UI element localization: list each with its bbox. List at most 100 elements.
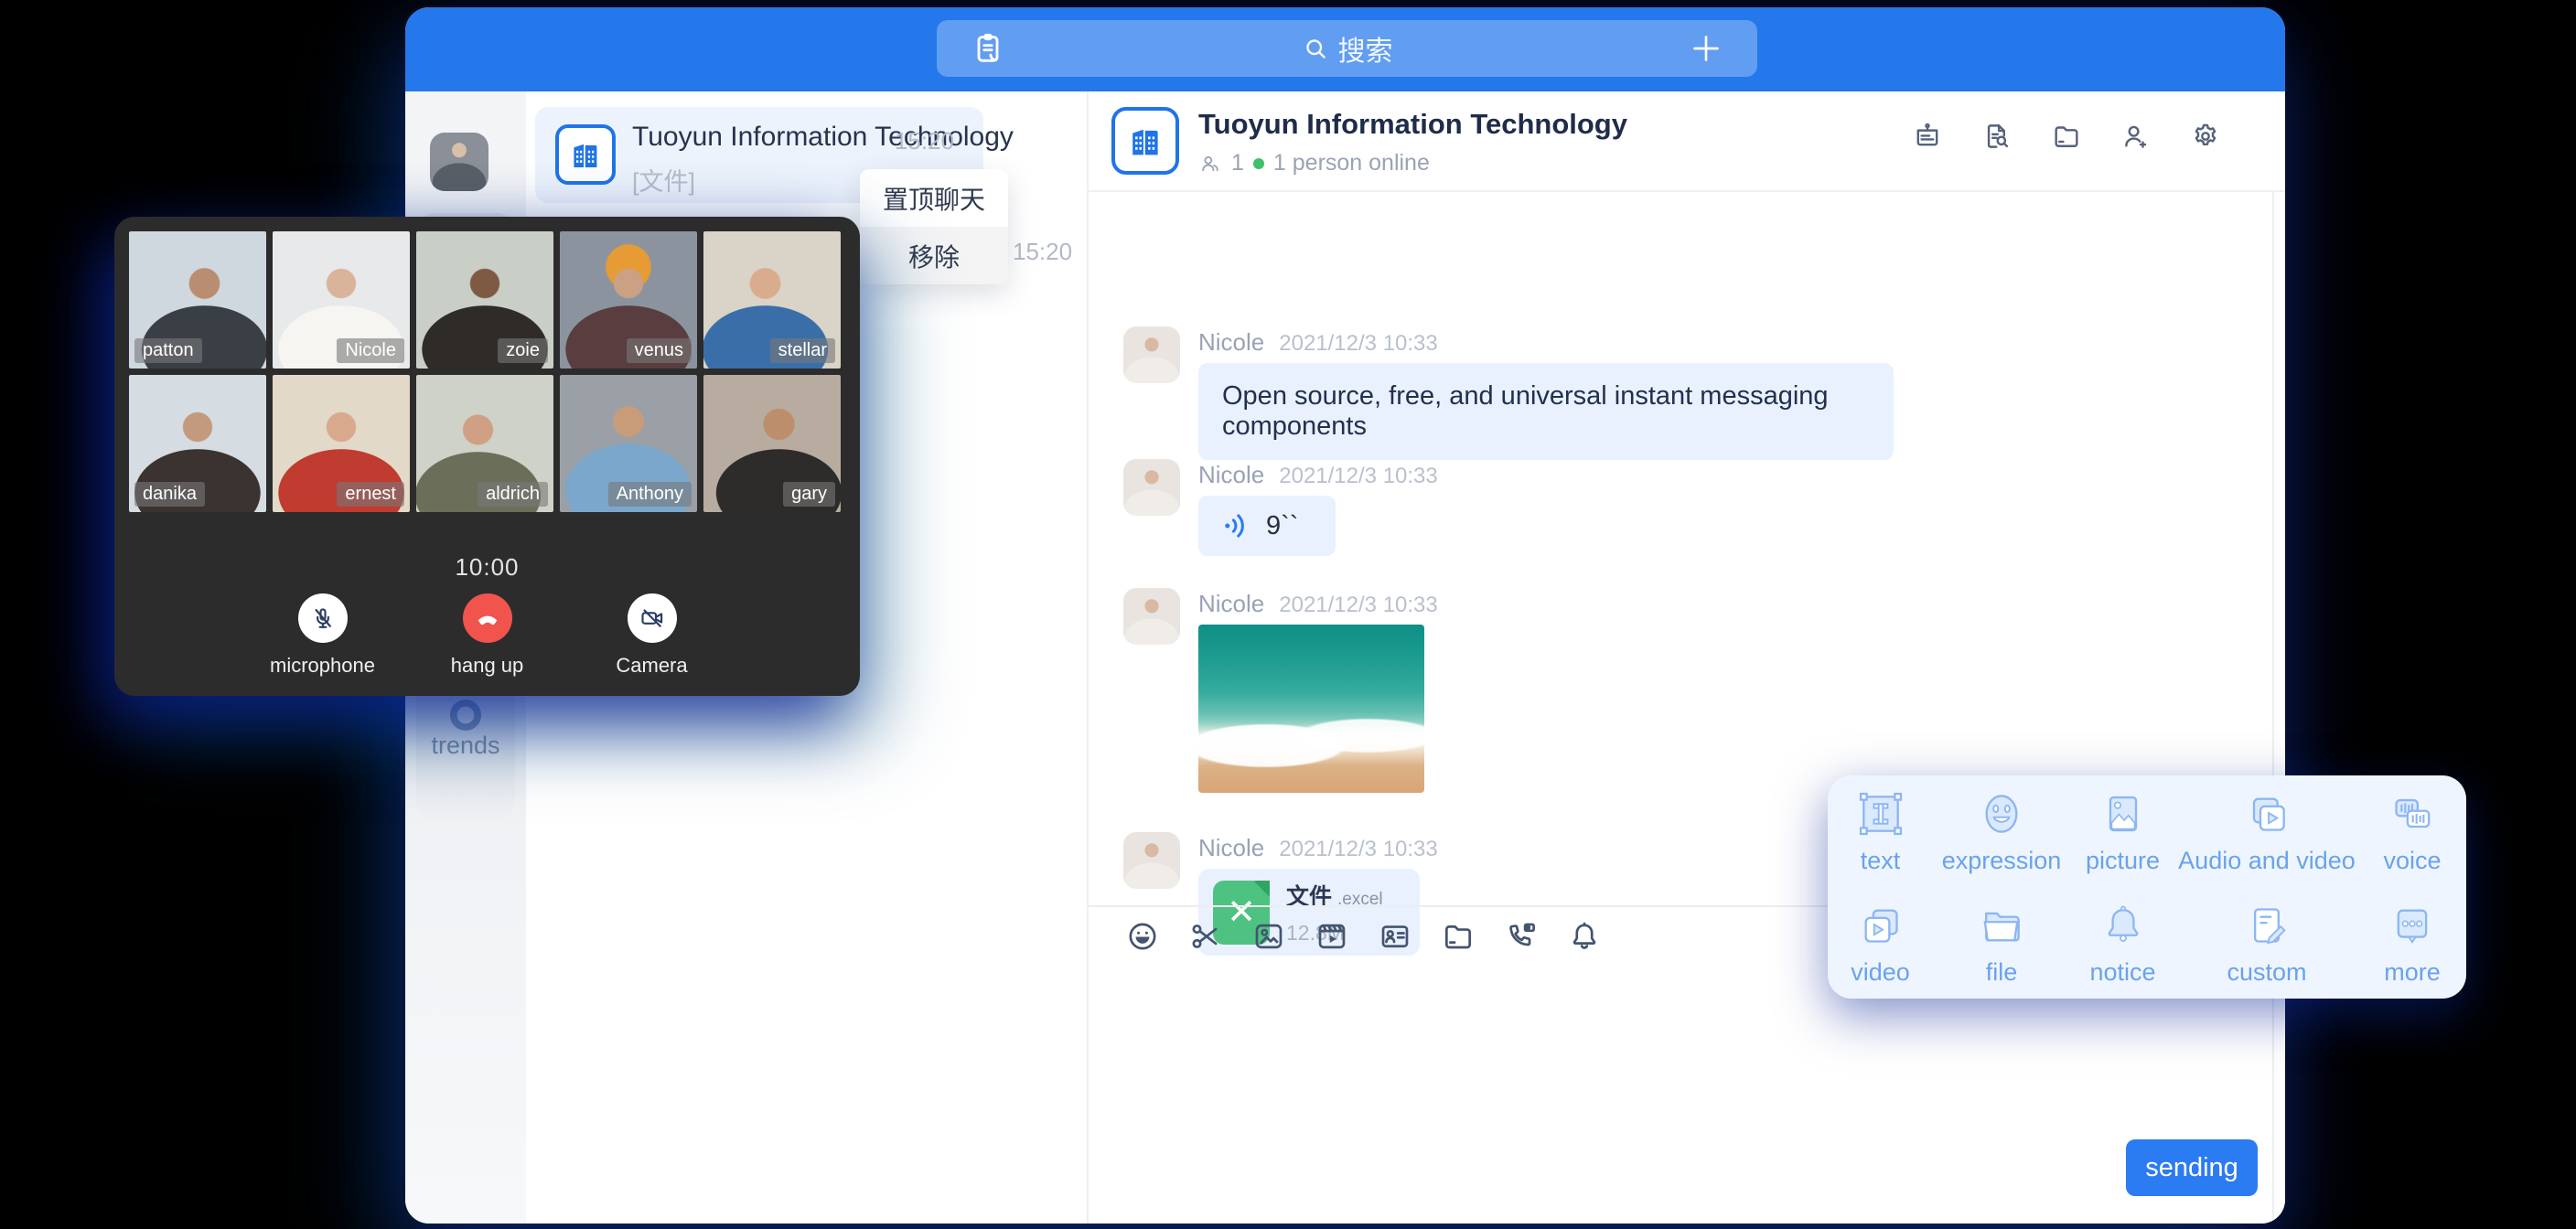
screenshot-icon[interactable] (1188, 919, 1223, 954)
avatar[interactable] (1123, 459, 1180, 516)
message-timestamp: 2021/12/3 10:33 (1279, 837, 1438, 861)
video-tile[interactable]: zoie (416, 231, 553, 369)
feature-audio-video[interactable]: Audio and video (2175, 788, 2358, 875)
hang-up-button[interactable]: hang up (434, 593, 541, 678)
participant-name: Nicole (337, 338, 404, 363)
notice-bell-icon[interactable] (1567, 919, 1602, 954)
avatar[interactable] (1123, 832, 1180, 889)
send-button[interactable]: sending (2126, 1139, 2258, 1196)
video-tile[interactable]: Nicole (273, 231, 410, 369)
search-icon (1302, 35, 1329, 62)
organization-icon (1111, 107, 1179, 175)
members-icon (1198, 152, 1222, 176)
group-file-icon[interactable] (2051, 121, 2082, 152)
feature-custom[interactable]: custom (2175, 900, 2358, 987)
video-tile[interactable]: gary (703, 375, 841, 512)
settings-icon[interactable] (2190, 121, 2221, 152)
voice-message-bubble[interactable]: 9`` (1198, 496, 1336, 556)
top-bar: 搜索 (405, 7, 2285, 91)
voice-duration: 9`` (1266, 511, 1298, 541)
video-tile[interactable]: aldrich (416, 375, 553, 512)
text-message-bubble[interactable]: Open source, free, and universal instant… (1198, 363, 1894, 460)
search-bar[interactable]: 搜索 (937, 20, 1757, 77)
online-status: 1 person online (1273, 150, 1430, 176)
camera-off-icon (628, 593, 677, 643)
chat-title: Tuoyun Information Technology (1198, 108, 1627, 141)
contact-card-icon[interactable] (1378, 919, 1412, 954)
video-tile[interactable]: venus (560, 231, 697, 369)
voice-wave-icon (1220, 509, 1253, 542)
participant-grid: patton Nicole zoie venus stellar danika … (129, 231, 845, 512)
feature-file[interactable]: file (1933, 900, 2070, 987)
feature-notice[interactable]: notice (2070, 900, 2175, 987)
picture-icon[interactable] (1251, 919, 1286, 954)
microphone-button[interactable]: microphone (269, 593, 376, 678)
text-icon (1855, 788, 1906, 839)
chat-history-icon[interactable] (1981, 121, 2012, 152)
context-menu-remove[interactable]: 移除 (860, 227, 1008, 284)
more-icon (2387, 900, 2438, 951)
chat-header: Tuoyun Information Technology 1 1 person… (1089, 91, 2285, 192)
contacts-icon[interactable] (970, 30, 1006, 67)
message-timestamp: 2021/12/3 10:33 (1279, 464, 1438, 488)
control-label: microphone (270, 654, 375, 678)
feature-expression[interactable]: expression (1933, 788, 2070, 875)
screenshot-stage: 搜索 trends Tuoyun Information Technology … (0, 0, 2576, 1229)
video-call-overlay: patton Nicole zoie venus stellar danika … (114, 217, 860, 696)
sender-name: Nicole (1198, 590, 1264, 617)
picture-icon (2098, 788, 2149, 839)
emoji-icon[interactable] (1125, 919, 1160, 954)
video-tile[interactable]: patton (129, 231, 266, 369)
file-icon (1976, 900, 2027, 951)
trends-ring-icon[interactable] (445, 695, 486, 735)
participant-name: danika (134, 482, 205, 507)
nav-item-trends[interactable]: trends (405, 732, 526, 760)
video-call-icon[interactable] (1504, 919, 1539, 954)
audio-video-icon (2241, 788, 2292, 839)
avatar[interactable] (1123, 588, 1180, 645)
video-tile[interactable]: ernest (273, 375, 410, 512)
plus-icon[interactable] (1688, 30, 1724, 67)
participant-name: stellar (770, 338, 835, 363)
chat-subtitle: 1 1 person online (1198, 150, 1430, 176)
sender-name: Nicole (1198, 834, 1264, 861)
user-avatar[interactable] (430, 133, 488, 191)
chat-panel: Tuoyun Information Technology 1 1 person… (1089, 91, 2285, 1224)
participant-name: venus (627, 338, 692, 363)
feature-more[interactable]: more (2358, 900, 2466, 987)
feature-video[interactable]: video (1828, 900, 1933, 987)
video-tile[interactable]: Anthony (560, 375, 697, 512)
video-tile[interactable]: danika (129, 375, 266, 512)
camera-button[interactable]: Camera (598, 593, 705, 678)
context-menu: 置顶聊天 移除 (860, 169, 1008, 284)
folder-icon[interactable] (1441, 919, 1476, 954)
conversation-time: 15:20 (1013, 238, 1072, 266)
message-timestamp: 2021/12/3 10:33 (1279, 593, 1438, 617)
feature-text[interactable]: text (1828, 788, 1933, 875)
voice-icon (2387, 788, 2438, 839)
avatar[interactable] (1123, 326, 1180, 383)
video-icon (1855, 900, 1906, 951)
search-input[interactable]: 搜索 (1302, 28, 1393, 69)
conversation-title: Tuoyun Information Technology (632, 122, 1014, 153)
message-timestamp: 2021/12/3 10:33 (1279, 331, 1438, 356)
context-menu-pin-chat[interactable]: 置顶聊天 (860, 169, 1008, 227)
add-member-icon[interactable] (2120, 121, 2152, 152)
participant-name: patton (134, 338, 202, 363)
video-icon[interactable] (1315, 919, 1349, 954)
organization-icon (555, 124, 616, 185)
online-dot (1253, 158, 1264, 169)
feature-picture[interactable]: picture (2070, 788, 2175, 875)
conversation-preview: [文件] (632, 162, 695, 198)
conversation-time: 15:20 (895, 127, 954, 155)
feature-voice[interactable]: voice (2358, 788, 2466, 875)
search-placeholder: 搜索 (1338, 28, 1393, 69)
participant-name: aldrich (478, 482, 548, 507)
group-notice-icon[interactable] (1912, 121, 1943, 152)
call-controls: microphone hang up Camera (114, 593, 860, 678)
member-count: 1 (1231, 150, 1244, 176)
video-tile[interactable]: stellar (703, 231, 841, 369)
feature-panel: text expression picture Audio and video … (1828, 775, 2466, 999)
image-message-thumbnail[interactable] (1198, 625, 1424, 793)
control-label: Camera (616, 654, 687, 678)
